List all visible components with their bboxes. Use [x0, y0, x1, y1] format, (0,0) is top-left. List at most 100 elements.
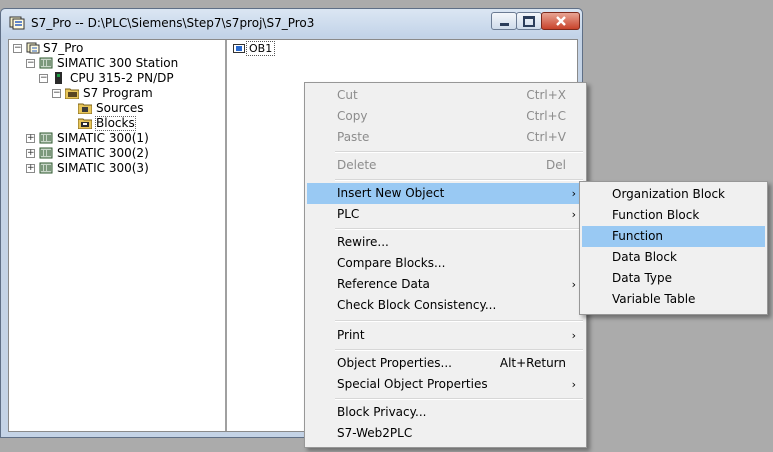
- menu-item-object-properties[interactable]: Object Properties... Alt+Return: [307, 353, 584, 374]
- menu-item-compare-blocks[interactable]: Compare Blocks...: [307, 253, 584, 274]
- collapse-icon[interactable]: −: [39, 74, 48, 83]
- close-button[interactable]: [541, 12, 580, 30]
- submenu-item-function-block[interactable]: Function Block: [582, 205, 765, 226]
- tree-node-blocks[interactable]: Blocks: [78, 116, 218, 131]
- station-icon: [39, 57, 53, 69]
- menu-label: Block Privacy...: [337, 405, 427, 419]
- tree-label-station: SIMATIC 300 Station: [57, 56, 179, 70]
- chevron-right-icon: ›: [571, 329, 576, 342]
- expand-icon[interactable]: +: [26, 149, 35, 158]
- menu-shortcut: Ctrl+X: [526, 88, 566, 102]
- project-tree[interactable]: − S7_Pro − SIMATIC 300 Station − CPU 315…: [9, 40, 227, 431]
- title-bar[interactable]: S7_Pro -- D:\PLC\Siemens\Step7\s7proj\S7…: [1, 9, 582, 37]
- sources-folder-icon: [78, 103, 92, 114]
- insert-submenu: Organization Block Function Block Functi…: [579, 181, 768, 315]
- menu-label: Reference Data: [337, 277, 430, 291]
- menu-label: Insert New Object: [337, 186, 445, 200]
- chevron-right-icon: ›: [571, 187, 576, 200]
- expand-icon[interactable]: +: [26, 164, 35, 173]
- tree-label-s300-3: SIMATIC 300(3): [57, 161, 149, 175]
- menu-item-special-object-properties[interactable]: Special Object Properties ›: [307, 374, 584, 395]
- menu-item-block-privacy[interactable]: Block Privacy...: [307, 402, 584, 423]
- menu-item-cut[interactable]: Cut Ctrl+X: [307, 85, 584, 106]
- tree-node-sources[interactable]: Sources: [78, 102, 218, 115]
- menu-label: Copy: [337, 109, 368, 123]
- block-label: OB1: [246, 41, 276, 56]
- tree-node-program[interactable]: − S7 Program: [52, 87, 222, 100]
- minimize-icon: [499, 22, 509, 26]
- submenu-item-data-block[interactable]: Data Block: [582, 247, 765, 268]
- tree-node-s300-2[interactable]: + SIMATIC 300(2): [26, 147, 226, 160]
- menu-label: Rewire...: [337, 235, 389, 249]
- tree-node-s300-1[interactable]: + SIMATIC 300(1): [26, 132, 226, 145]
- blocks-folder-icon: [78, 118, 92, 129]
- close-icon: [555, 16, 566, 26]
- chevron-right-icon: ›: [571, 378, 576, 391]
- tree-label-s300-2: SIMATIC 300(2): [57, 146, 149, 160]
- maximize-icon: [523, 15, 535, 27]
- context-menu: Cut Ctrl+X Copy Ctrl+C Paste Ctrl+V Dele…: [304, 82, 587, 448]
- menu-separator: [335, 179, 583, 181]
- tree-label-program: S7 Program: [83, 86, 153, 100]
- tree-label-cpu: CPU 315-2 PN/DP: [70, 71, 174, 85]
- submenu-item-function[interactable]: Function: [582, 226, 765, 247]
- tree-label-root: S7_Pro: [43, 41, 84, 55]
- tree-label-s300-1: SIMATIC 300(1): [57, 131, 149, 145]
- menu-label: Object Properties...: [337, 356, 452, 370]
- menu-label: Data Block: [612, 250, 677, 264]
- menu-shortcut: Del: [546, 158, 566, 172]
- menu-label: Function Block: [612, 208, 700, 222]
- menu-label: Paste: [337, 130, 370, 144]
- menu-label: Function: [612, 229, 664, 243]
- collapse-icon[interactable]: −: [13, 44, 22, 53]
- menu-item-copy[interactable]: Copy Ctrl+C: [307, 106, 584, 127]
- menu-label: S7-Web2PLC: [337, 426, 413, 440]
- station-icon: [39, 162, 53, 174]
- menu-separator: [335, 228, 583, 230]
- collapse-icon[interactable]: −: [52, 89, 61, 98]
- project-icon: [9, 16, 25, 30]
- menu-separator: [335, 349, 583, 351]
- menu-item-delete[interactable]: Delete Del: [307, 155, 584, 176]
- tree-node-cpu[interactable]: − CPU 315-2 PN/DP: [39, 72, 229, 85]
- window-title: S7_Pro -- D:\PLC\Siemens\Step7\s7proj\S7…: [31, 16, 315, 30]
- s7-program-icon: [65, 88, 79, 99]
- menu-item-rewire[interactable]: Rewire...: [307, 232, 584, 253]
- collapse-icon[interactable]: −: [26, 59, 35, 68]
- expand-icon[interactable]: +: [26, 134, 35, 143]
- submenu-item-data-type[interactable]: Data Type: [582, 268, 765, 289]
- tree-label-blocks: Blocks: [95, 116, 136, 131]
- block-icon: [233, 44, 245, 53]
- menu-separator: [335, 320, 583, 322]
- menu-label: Organization Block: [612, 187, 725, 201]
- submenu-item-organization-block[interactable]: Organization Block: [582, 184, 765, 205]
- menu-item-s7-web2plc[interactable]: S7-Web2PLC: [307, 423, 584, 444]
- tree-node-station[interactable]: − SIMATIC 300 Station: [26, 57, 226, 70]
- minimize-button[interactable]: [491, 12, 517, 30]
- station-icon: [39, 132, 53, 144]
- station-icon: [39, 147, 53, 159]
- menu-label: Special Object Properties: [337, 377, 488, 391]
- menu-separator: [335, 398, 583, 400]
- menu-item-reference-data[interactable]: Reference Data ›: [307, 274, 584, 295]
- menu-label: Compare Blocks...: [337, 256, 446, 270]
- maximize-button[interactable]: [516, 12, 542, 30]
- menu-item-print[interactable]: Print ›: [307, 325, 584, 346]
- menu-shortcut: Ctrl+V: [526, 130, 566, 144]
- tree-node-s300-3[interactable]: + SIMATIC 300(3): [26, 162, 226, 175]
- menu-label: Check Block Consistency...: [337, 298, 497, 312]
- menu-separator: [335, 151, 583, 153]
- menu-label: Delete: [337, 158, 377, 172]
- tree-node-root[interactable]: − S7_Pro: [13, 42, 213, 55]
- menu-item-insert-new-object[interactable]: Insert New Object ›: [307, 183, 584, 204]
- project-icon: [26, 42, 40, 54]
- menu-label: Variable Table: [612, 292, 696, 306]
- submenu-item-variable-table[interactable]: Variable Table: [582, 289, 765, 310]
- menu-item-check-block-consistency[interactable]: Check Block Consistency...: [307, 295, 584, 316]
- menu-label: PLC: [337, 207, 360, 221]
- menu-shortcut: Ctrl+C: [526, 109, 566, 123]
- menu-item-plc[interactable]: PLC ›: [307, 204, 584, 225]
- menu-item-paste[interactable]: Paste Ctrl+V: [307, 127, 584, 148]
- tree-label-sources: Sources: [96, 101, 144, 115]
- menu-label: Print: [337, 328, 365, 342]
